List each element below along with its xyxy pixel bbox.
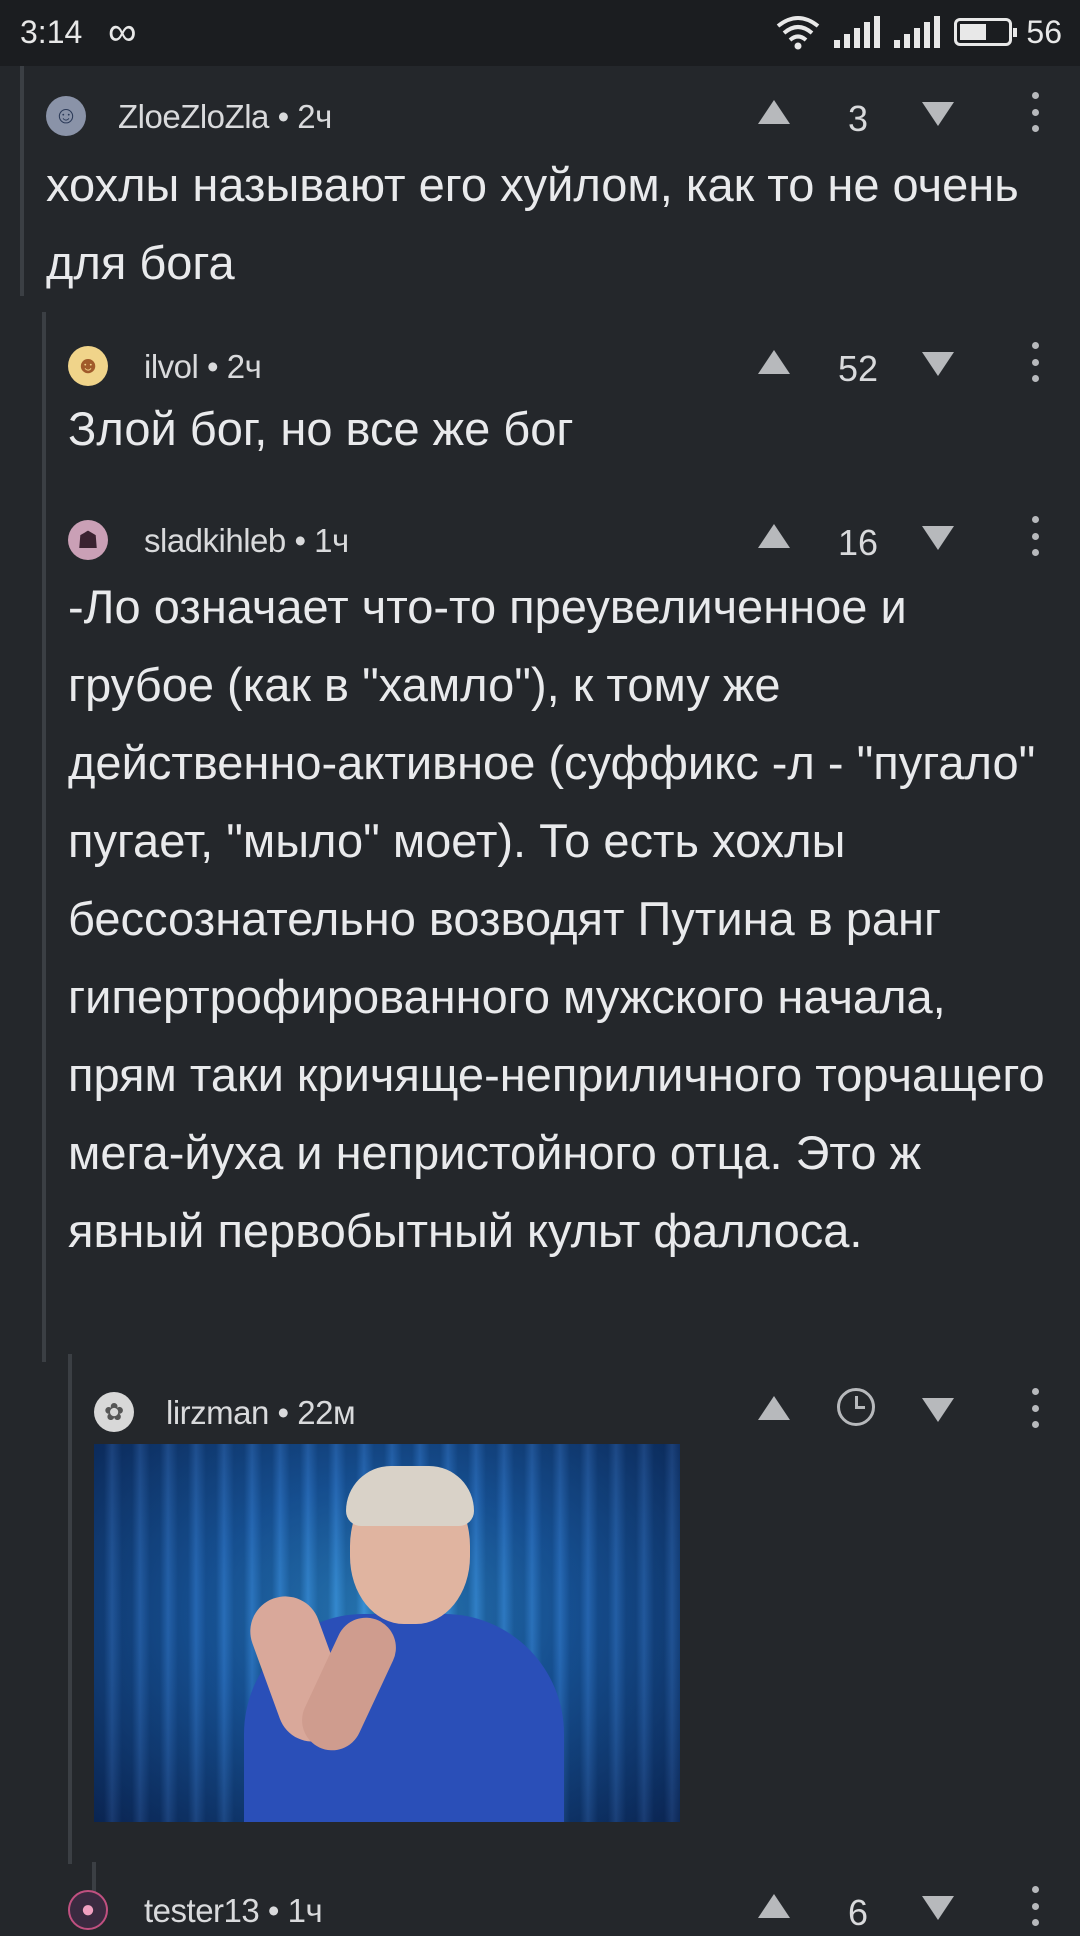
more-icon[interactable] [1030, 92, 1040, 132]
upvote-icon[interactable] [758, 350, 790, 374]
signal-icon-2 [894, 16, 941, 48]
comment-header: ● tester13 • 1ч 6 [68, 1886, 1058, 1936]
author-name[interactable]: sladkihleb [144, 522, 286, 559]
thread-line [68, 1354, 72, 1864]
author-name[interactable]: ZloeZloZla [118, 98, 269, 135]
more-icon[interactable] [1030, 1886, 1040, 1926]
more-icon[interactable] [1030, 1388, 1040, 1428]
separator: • [267, 1892, 280, 1929]
comment-age: 2ч [297, 98, 332, 135]
comment-score: 16 [837, 522, 879, 563]
separator: • [207, 348, 219, 385]
thread-line [42, 312, 46, 1362]
downvote-icon[interactable] [922, 1398, 954, 1422]
wifi-icon [777, 16, 820, 50]
comment-author[interactable]: tester13 • 1ч [144, 1892, 323, 1930]
comment-score: 52 [837, 348, 879, 389]
comment-score: 3 [847, 98, 869, 139]
downvote-icon[interactable] [922, 102, 954, 126]
separator: • [277, 1394, 290, 1431]
signal-icon [834, 16, 881, 48]
status-bar: 3:14 ∞ 56 [0, 0, 1080, 66]
comment-author[interactable]: ilvol • 2ч [144, 348, 262, 386]
comment-header: ☻ ilvol • 2ч 52 [68, 342, 1058, 392]
avatar[interactable]: ✿ [94, 1392, 134, 1432]
comment-text: Злой бог, но все же бог [68, 402, 574, 455]
comment-score: 6 [847, 1892, 869, 1933]
downvote-icon[interactable] [922, 526, 954, 550]
comment-header: ☗ sladkihleb • 1ч 16 [68, 516, 1058, 566]
upvote-icon[interactable] [758, 1396, 790, 1420]
downvote-icon[interactable] [922, 1896, 954, 1920]
comment-author[interactable]: sladkihleb • 1ч [144, 522, 349, 560]
comment-author[interactable]: ZloeZloZla • 2ч [118, 98, 332, 136]
author-name[interactable]: ilvol [144, 348, 199, 385]
author-name[interactable]: tester13 [144, 1892, 260, 1929]
battery-level: 56 [1026, 13, 1062, 50]
comment: ☗ sladkihleb • 1ч 16 -Ло означает что-то… [68, 516, 1058, 1270]
comment-age: 1ч [314, 522, 349, 559]
comment-age: 2ч [226, 348, 262, 385]
avatar[interactable]: ● [68, 1890, 108, 1930]
avatar[interactable]: ☗ [68, 520, 108, 560]
comment: ✿ lirzman • 22м [94, 1388, 1058, 1438]
author-name[interactable]: lirzman [166, 1394, 269, 1431]
comment-author[interactable]: lirzman • 22м [166, 1394, 356, 1432]
battery-icon [954, 18, 1018, 46]
infinity-icon: ∞ [108, 10, 137, 54]
more-icon[interactable] [1030, 342, 1040, 382]
status-time: 3:14 [20, 14, 83, 50]
more-icon[interactable] [1030, 516, 1040, 556]
downvote-icon[interactable] [922, 352, 954, 376]
comment-text: -Ло означает что-то преувеличенное и гру… [68, 580, 1045, 1257]
upvote-icon[interactable] [758, 100, 790, 124]
separator: • [277, 98, 290, 135]
comment-image[interactable] [94, 1444, 680, 1822]
comment-text: хохлы называют его хуйлом, как то не оче… [46, 158, 1019, 289]
thread-line [20, 66, 24, 296]
separator: • [294, 522, 306, 559]
comment-age: 22м [297, 1394, 356, 1431]
comment: ☻ ilvol • 2ч 52 Злой бог, но все же бог [68, 342, 1058, 468]
comment: ☺ ZloeZloZla • 2ч 3 хохлы называют его х… [46, 92, 1046, 302]
avatar[interactable]: ☻ [68, 346, 108, 386]
comment: ● tester13 • 1ч 6 [68, 1886, 1058, 1936]
upvote-icon[interactable] [758, 524, 790, 548]
clock-icon [837, 1388, 875, 1426]
comment-age: 1ч [287, 1892, 323, 1929]
upvote-icon[interactable] [758, 1894, 790, 1918]
avatar[interactable]: ☺ [46, 96, 86, 136]
comment-header: ☺ ZloeZloZla • 2ч 3 [46, 92, 1046, 142]
comment-header: ✿ lirzman • 22м [94, 1388, 1058, 1438]
